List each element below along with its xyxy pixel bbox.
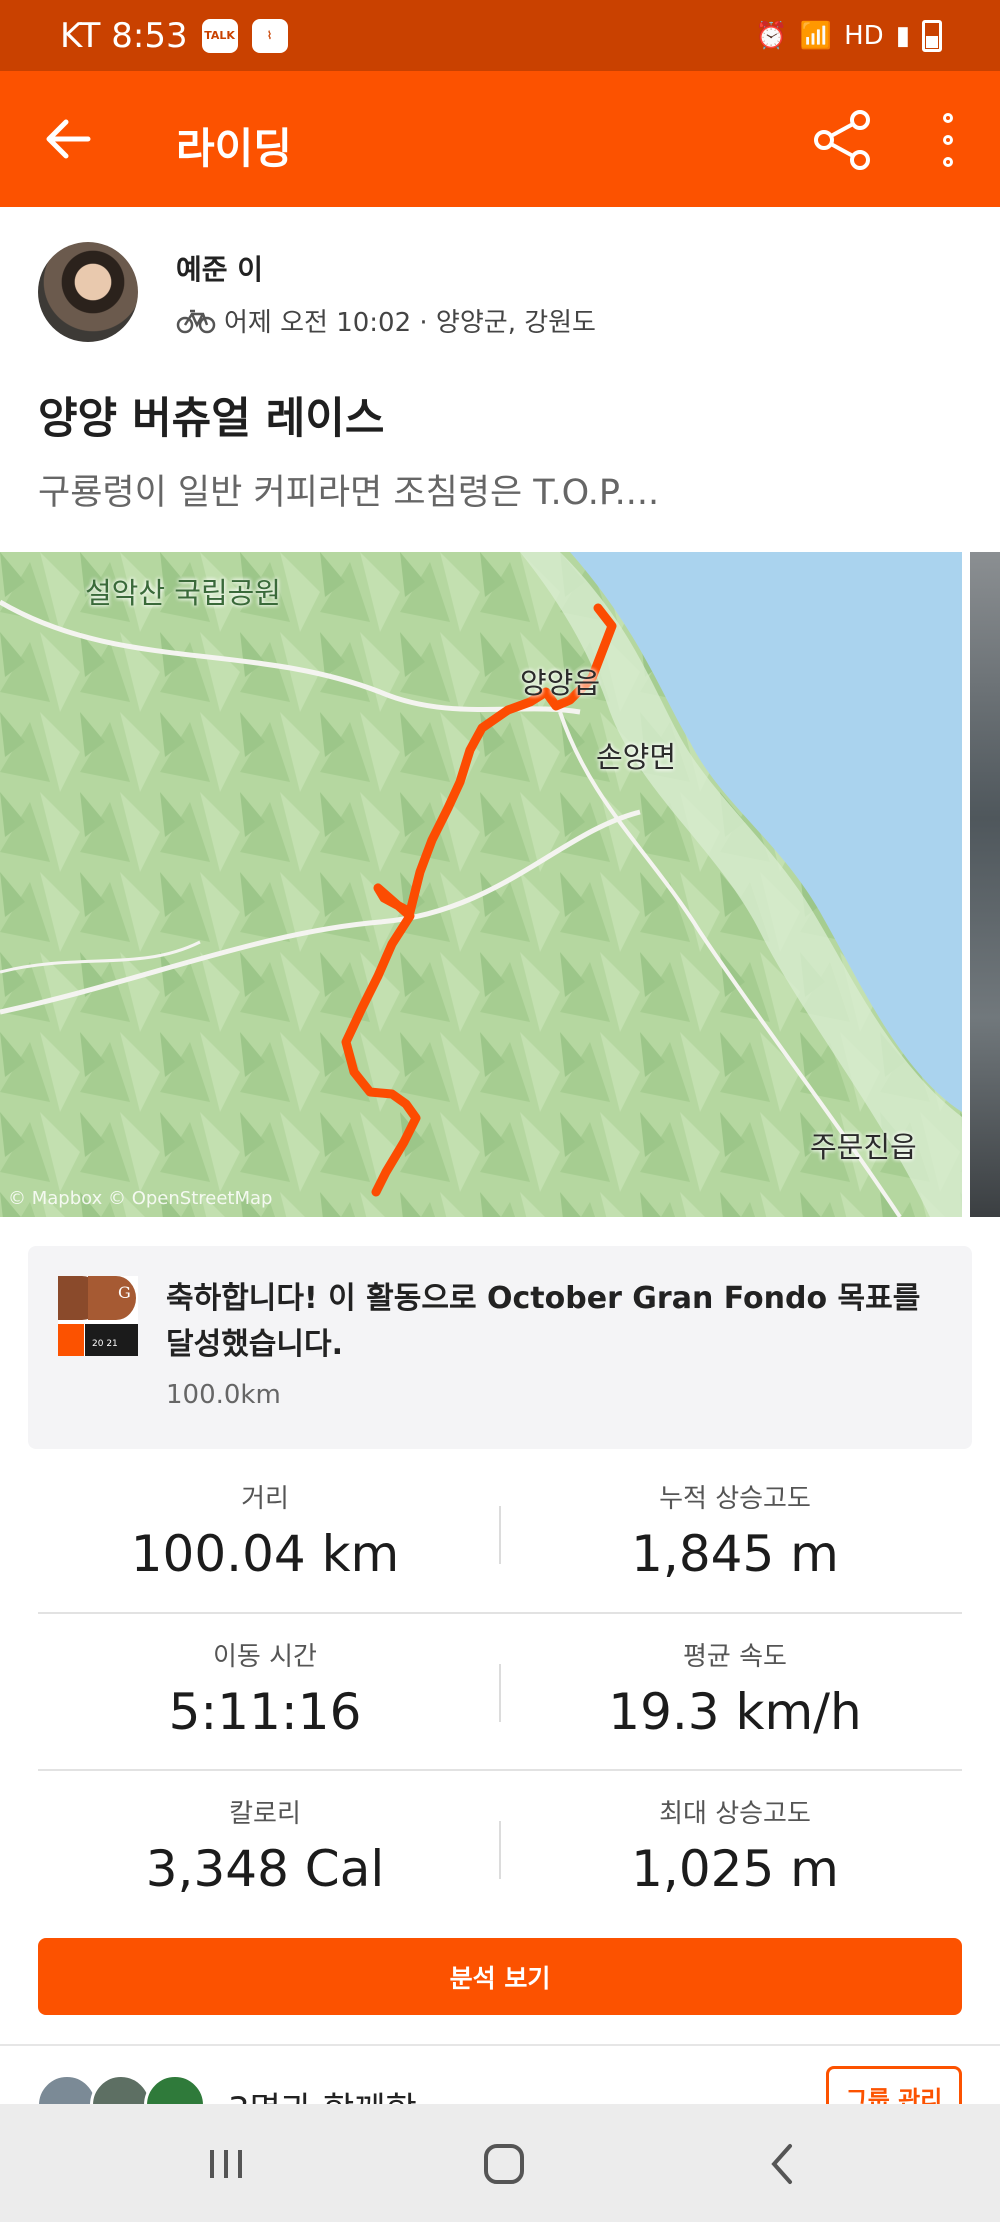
stat-value: 1,025 m: [631, 1840, 839, 1898]
stat-row-divider: [38, 1769, 962, 1771]
talk-icon: TALK: [201, 18, 238, 53]
activity-description[interactable]: 구룡령이 일반 커피라면 조침령은 T.O.P....: [38, 464, 659, 515]
map-background: [0, 552, 962, 1217]
stat-row-divider: [38, 1612, 962, 1614]
achievement-text: 축하합니다! 이 활동으로 October Gran Fondo 목표를 달성했…: [166, 1281, 921, 1362]
system-nav-bar: [0, 2104, 1000, 2222]
network-label: HD: [844, 20, 884, 51]
badge-year: 20 21: [92, 1339, 118, 1349]
gran-fondo-badge-icon: G 20 21: [58, 1276, 138, 1356]
stat-label: 평균 속도: [683, 1642, 787, 1672]
stat-moving-time: 이동 시간 5:11:16: [30, 1636, 500, 1741]
stat-label: 이동 시간: [213, 1642, 317, 1672]
stat-calories: 칼로리 3,348 Cal: [30, 1793, 500, 1898]
home-icon[interactable]: [474, 2134, 534, 2194]
stat-label: 칼로리: [229, 1799, 301, 1829]
group-activity-row[interactable]: 3명과 함께함 그룹 관리: [0, 2044, 1000, 2136]
map-attribution: © Mapbox © OpenStreetMap: [8, 1188, 273, 1209]
stat-label: 최대 상승고도: [659, 1799, 811, 1829]
more-vertical-icon[interactable]: [930, 109, 966, 171]
route-map[interactable]: 설악산 국립공원 양양읍 손양면 주문진읍 © Mapbox © OpenStr…: [0, 552, 962, 1217]
back-nav-icon[interactable]: [752, 2134, 812, 2194]
page-title: 라이딩: [176, 124, 292, 173]
back-arrow-icon[interactable]: [40, 111, 96, 167]
avatar[interactable]: [38, 242, 138, 342]
map-label-town1: 양양읍: [520, 666, 601, 700]
stat-distance: 거리 100.04 km: [30, 1478, 500, 1583]
map-label-town2: 손양면: [596, 740, 677, 774]
battery-icon: [922, 19, 942, 52]
achievement-subtext: 100.0km: [166, 1380, 281, 1410]
view-analysis-button[interactable]: 분석 보기: [38, 1938, 962, 2015]
map-label-park: 설악산 국립공원: [85, 576, 281, 610]
activity-meta-text: 어제 오전 10:02 · 양양군, 강원도: [224, 308, 596, 338]
recents-icon[interactable]: [196, 2134, 256, 2194]
stat-max-elevation: 최대 상승고도 1,025 m: [500, 1793, 970, 1898]
stat-value: 100.04 km: [130, 1525, 400, 1583]
stat-elevation-gain: 누적 상승고도 1,845 m: [500, 1478, 970, 1583]
share-icon[interactable]: [812, 109, 874, 171]
stat-value: 3,348 Cal: [145, 1840, 385, 1898]
activity-meta: 어제 오전 10:02 · 양양군, 강원도: [176, 302, 596, 339]
app-notification-icon: ⌇: [251, 18, 288, 53]
next-photo-preview[interactable]: [970, 552, 1000, 1217]
bike-icon: [176, 309, 216, 333]
stat-value: 1,845 m: [631, 1525, 839, 1583]
status-bar: KT 8:53 TALK ⌇ ⏰ 📶 HD ▮: [0, 0, 1000, 71]
stat-value: 5:11:16: [168, 1683, 362, 1741]
app-header: 라이딩: [0, 71, 1000, 207]
wifi-icon: 📶: [799, 20, 833, 51]
map-label-town3: 주문진읍: [810, 1130, 917, 1164]
achievement-card[interactable]: G 20 21 축하합니다! 이 활동으로 October Gran Fondo…: [28, 1246, 972, 1449]
activity-title: 양양 버츄얼 레이스: [38, 394, 385, 444]
athlete-name[interactable]: 예준 이: [176, 248, 263, 288]
signal-icon: ▮: [895, 20, 910, 51]
stat-value: 19.3 km/h: [608, 1683, 862, 1741]
stat-label: 거리: [241, 1484, 289, 1514]
badge-letter: G: [118, 1283, 131, 1302]
status-time: KT 8:53: [60, 15, 188, 56]
alarm-icon: ⏰: [755, 20, 788, 51]
stat-avg-speed: 평균 속도 19.3 km/h: [500, 1636, 970, 1741]
stat-label: 누적 상승고도: [659, 1484, 811, 1514]
